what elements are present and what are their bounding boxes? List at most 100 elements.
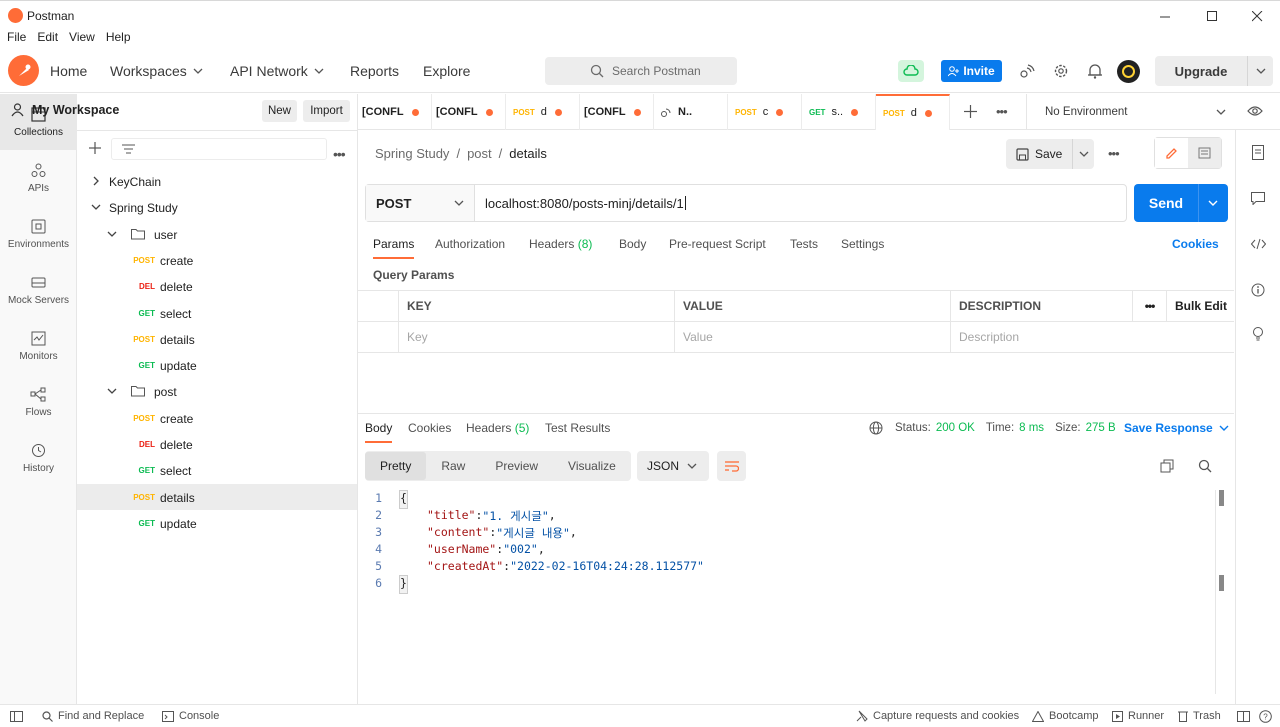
satellite-icon[interactable]: [1018, 63, 1035, 80]
search-response-icon[interactable]: [1198, 459, 1212, 473]
status-value[interactable]: 200 OK: [936, 422, 975, 434]
url-input[interactable]: localhost:8080/posts-minj/details/1: [475, 185, 686, 221]
resp-tab-cookies[interactable]: Cookies: [408, 421, 451, 435]
search-input[interactable]: Search Postman: [545, 57, 737, 85]
request-tab[interactable]: GET s..: [802, 94, 876, 130]
request-tab[interactable]: POST c: [728, 94, 802, 130]
rail-flows[interactable]: Flows: [0, 374, 77, 430]
bulk-edit-button[interactable]: Bulk Edit: [1167, 291, 1233, 321]
resp-tab-test-results[interactable]: Test Results: [545, 421, 610, 435]
info-icon[interactable]: [1251, 283, 1265, 297]
request-tab[interactable]: N..: [654, 94, 728, 130]
menu-help[interactable]: Help: [106, 30, 131, 48]
console-button[interactable]: Console: [162, 710, 219, 722]
time-value[interactable]: 8 ms: [1019, 422, 1044, 434]
request-tab[interactable]: [CONFL: [432, 94, 506, 130]
find-replace-button[interactable]: Find and Replace: [42, 710, 144, 722]
resp-tab-headers[interactable]: Headers (5): [466, 421, 529, 435]
breadcrumb-request[interactable]: details: [509, 146, 547, 161]
upgrade-button[interactable]: Upgrade: [1155, 56, 1273, 86]
close-window-button[interactable]: [1234, 1, 1280, 31]
documentation-icon[interactable]: [1252, 145, 1264, 160]
toggle-sidebar-icon[interactable]: [10, 711, 23, 722]
save-response-button[interactable]: Save Response: [1124, 421, 1229, 435]
breadcrumb-collection[interactable]: Spring Study: [375, 146, 449, 161]
table-options-icon[interactable]: •••: [1133, 291, 1167, 321]
documentation-mode-icon[interactable]: [1188, 138, 1221, 168]
filter-collections-input[interactable]: [111, 138, 327, 160]
request-tab[interactable]: POST d: [876, 94, 950, 130]
settings-gear-icon[interactable]: [1053, 63, 1069, 79]
cookies-link[interactable]: Cookies: [1172, 237, 1219, 251]
request-item[interactable]: POST create: [77, 247, 357, 273]
breadcrumb-folder[interactable]: post: [467, 146, 492, 161]
tab-body[interactable]: Body: [619, 237, 646, 251]
add-collection-icon[interactable]: [89, 142, 101, 154]
new-tab-icon[interactable]: [964, 105, 977, 118]
chevron-down-icon[interactable]: [107, 229, 117, 239]
nav-home[interactable]: Home: [50, 63, 87, 79]
nav-reports[interactable]: Reports: [350, 63, 399, 79]
rail-history[interactable]: History: [0, 430, 77, 486]
lightbulb-icon[interactable]: [1251, 326, 1265, 341]
two-pane-view-icon[interactable]: [1237, 711, 1250, 722]
menu-edit[interactable]: Edit: [37, 30, 58, 48]
chevron-right-icon[interactable]: [91, 176, 101, 186]
view-pretty[interactable]: Pretty: [365, 452, 427, 480]
more-options-icon[interactable]: •••: [333, 146, 346, 162]
rail-environments[interactable]: Environments: [0, 206, 77, 262]
chevron-down-icon[interactable]: [1208, 200, 1218, 206]
chevron-down-icon[interactable]: [91, 202, 101, 212]
tab-pre-request-script[interactable]: Pre-request Script: [669, 237, 766, 251]
capture-button[interactable]: Capture requests and cookies: [856, 710, 1019, 722]
request-item[interactable]: POST details: [77, 326, 357, 352]
rail-mock-servers[interactable]: Mock Servers: [0, 262, 77, 318]
request-tab[interactable]: [CONFL: [580, 94, 654, 130]
tab-settings[interactable]: Settings: [841, 237, 884, 251]
collection-item[interactable]: KeyChain: [77, 168, 357, 194]
request-item[interactable]: DEL delete: [77, 273, 357, 299]
scroll-marker[interactable]: [1219, 490, 1224, 506]
trash-button[interactable]: Trash: [1178, 710, 1221, 722]
import-button[interactable]: Import: [303, 100, 350, 122]
tab-authorization[interactable]: Authorization: [435, 237, 505, 251]
key-input[interactable]: Key: [399, 322, 675, 352]
request-item[interactable]: POST create: [77, 405, 357, 431]
wrap-lines-icon[interactable]: [717, 451, 746, 481]
chevron-down-icon[interactable]: [107, 386, 117, 396]
tabs-more-icon[interactable]: •••: [996, 104, 1008, 119]
tab-tests[interactable]: Tests: [790, 237, 818, 251]
edit-mode-icon[interactable]: [1155, 138, 1188, 168]
nav-explore[interactable]: Explore: [423, 63, 470, 79]
avatar[interactable]: [1117, 60, 1140, 83]
nav-api-network[interactable]: API Network: [230, 63, 324, 79]
invite-button[interactable]: Invite: [941, 60, 1002, 82]
menu-view[interactable]: View: [69, 30, 95, 48]
copy-icon[interactable]: [1160, 459, 1174, 473]
scroll-marker[interactable]: [1219, 575, 1224, 591]
runner-button[interactable]: Runner: [1112, 710, 1164, 722]
request-item[interactable]: POST details: [77, 483, 357, 510]
resp-tab-body[interactable]: Body: [365, 421, 393, 443]
request-tab[interactable]: [CONFL: [358, 94, 432, 130]
view-preview[interactable]: Preview: [480, 452, 553, 480]
chevron-down-icon[interactable]: [1256, 68, 1266, 74]
request-item[interactable]: GET update: [77, 510, 357, 536]
send-button[interactable]: Send: [1134, 184, 1228, 222]
folder-item[interactable]: user: [77, 221, 357, 247]
request-item[interactable]: GET select: [77, 300, 357, 326]
nav-workspaces[interactable]: Workspaces: [110, 63, 203, 79]
request-more-icon[interactable]: •••: [1108, 146, 1120, 161]
folder-item[interactable]: post: [77, 378, 357, 404]
collection-item[interactable]: Spring Study: [77, 194, 357, 220]
menu-file[interactable]: File: [7, 30, 26, 48]
method-select[interactable]: POST: [366, 185, 475, 221]
rail-apis[interactable]: APIs: [0, 150, 77, 206]
save-button[interactable]: Save: [1006, 139, 1094, 169]
environment-select[interactable]: No Environment: [1026, 94, 1236, 130]
description-input[interactable]: Description: [951, 322, 1233, 352]
request-item[interactable]: GET select: [77, 457, 357, 483]
sync-status-icon[interactable]: [898, 60, 924, 82]
tab-params[interactable]: Params: [373, 237, 415, 259]
request-item[interactable]: GET update: [77, 352, 357, 378]
